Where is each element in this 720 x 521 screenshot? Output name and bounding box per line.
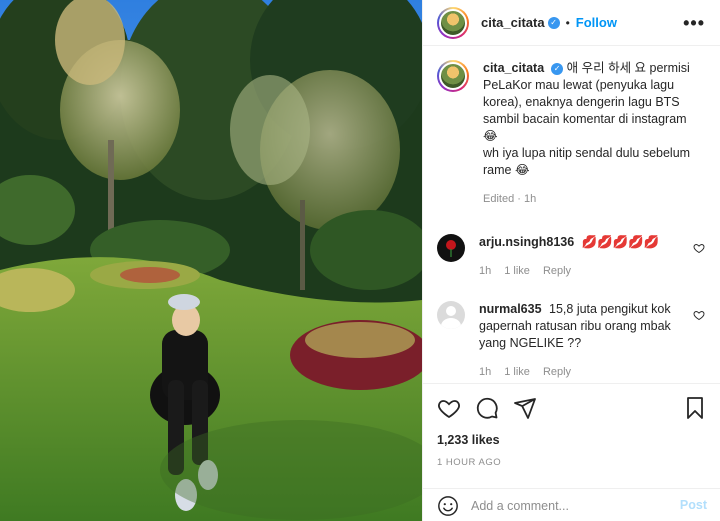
- follow-button[interactable]: Follow: [576, 15, 617, 30]
- comment-item: nurmal635 15,8 juta pengikut kok gaperna…: [437, 301, 707, 381]
- caption-edited-time: Edited · 1h: [483, 193, 537, 205]
- post-timestamp: 1 HOUR AGO: [437, 457, 502, 468]
- comment-meta: 1h 1 like Reply: [479, 263, 699, 280]
- like-comment-heart-icon[interactable]: [693, 309, 705, 321]
- caption-meta: Edited · 1h: [483, 191, 703, 208]
- commenter-avatar-default[interactable]: [437, 301, 465, 329]
- commenter-avatar[interactable]: [437, 234, 465, 262]
- instagram-post: cita_citata ✓ • Follow ••• cita_citata ✓ …: [0, 0, 720, 521]
- post-header: cita_citata ✓ • Follow •••: [423, 0, 720, 46]
- comment-item: arju.nsingh8136 💋💋💋💋💋 1h 1 like Reply: [437, 234, 707, 280]
- action-icons: [437, 396, 537, 420]
- caption-username[interactable]: cita_citata: [483, 61, 544, 75]
- comment-time: 1h: [479, 366, 492, 378]
- comment-text: 💋💋💋💋💋: [581, 235, 660, 249]
- rose-icon: [446, 240, 456, 257]
- comment-username[interactable]: arju.nsingh8136: [479, 235, 574, 249]
- share-icon[interactable]: [513, 396, 537, 420]
- caption-body: cita_citata ✓ 애 우리 하세 요 permisi PeLaKor m…: [483, 60, 703, 208]
- post-actions: 1,233 likes 1 HOUR AGO Post: [423, 383, 720, 521]
- comment-time: 1h: [479, 265, 492, 277]
- caption: cita_citata ✓ 애 우리 하세 요 permisi PeLaKor m…: [437, 60, 707, 208]
- add-comment-input[interactable]: [471, 498, 661, 513]
- comment-body: arju.nsingh8136 💋💋💋💋💋 1h 1 like Reply: [479, 234, 699, 280]
- comment-body: nurmal635 15,8 juta pengikut kok gaperna…: [479, 301, 699, 381]
- comment-likes-count[interactable]: 1 like: [504, 263, 530, 280]
- author-username[interactable]: cita_citata: [481, 15, 545, 30]
- author-avatar[interactable]: [437, 6, 469, 39]
- verified-badge-icon: ✓: [551, 62, 564, 75]
- garden-photo: [0, 0, 422, 521]
- comment-username[interactable]: nurmal635: [479, 302, 542, 316]
- post-side-panel: cita_citata ✓ • Follow ••• cita_citata ✓ …: [422, 0, 720, 521]
- emoji-laugh-1: 😂: [483, 129, 498, 143]
- like-comment-heart-icon[interactable]: [693, 242, 705, 254]
- post-photo[interactable]: [0, 0, 422, 521]
- likes-count[interactable]: 1,233 likes: [437, 433, 500, 447]
- comments-section[interactable]: cita_citata ✓ 애 우리 하세 요 permisi PeLaKor m…: [423, 46, 720, 382]
- emoji-icon[interactable]: [437, 495, 459, 517]
- reply-button[interactable]: Reply: [543, 364, 571, 381]
- caption-author-avatar[interactable]: [437, 60, 469, 92]
- heart-icon[interactable]: [437, 396, 461, 420]
- reply-button[interactable]: Reply: [543, 263, 571, 280]
- comment-meta: 1h 1 like Reply: [479, 364, 699, 381]
- add-comment-bar: Post: [423, 488, 720, 521]
- bookmark-icon[interactable]: [683, 396, 707, 420]
- emoji-laugh-2: 😂: [514, 163, 530, 177]
- caption-text-block: cita_citata ✓ 애 우리 하세 요 permisi PeLaKor m…: [483, 60, 703, 179]
- separator-dot: •: [565, 15, 570, 30]
- post-comment-button[interactable]: Post: [680, 498, 707, 512]
- comment-likes-count[interactable]: 1 like: [504, 364, 530, 381]
- verified-badge-icon: ✓: [547, 16, 560, 29]
- author-info: cita_citata ✓ • Follow: [481, 15, 617, 30]
- more-options-icon[interactable]: •••: [683, 13, 705, 34]
- comment-icon[interactable]: [475, 396, 499, 420]
